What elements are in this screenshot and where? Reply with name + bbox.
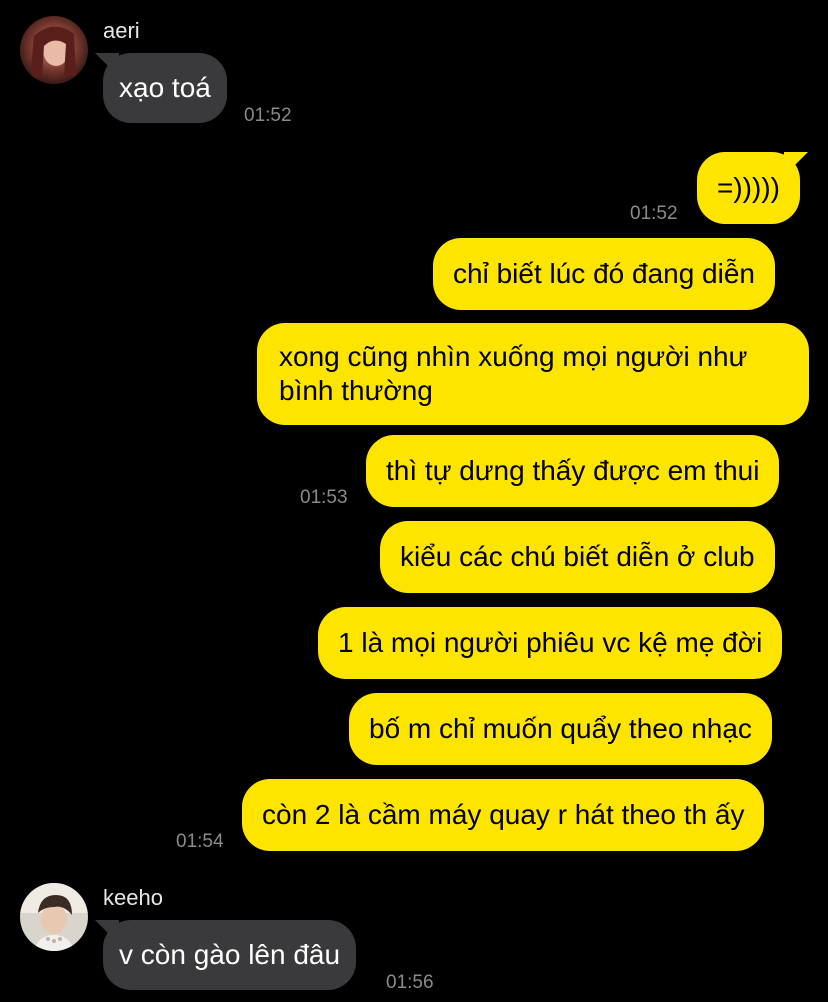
message-bubble-incoming[interactable]: xạo toá bbox=[95, 53, 227, 123]
message-bubble-outgoing[interactable]: thì tự dưng thấy được em thui bbox=[366, 435, 780, 507]
message-text: chỉ biết lúc đó đang diễn bbox=[453, 258, 755, 289]
message-bubble-incoming[interactable]: v còn gào lên đâu bbox=[95, 920, 357, 990]
sender-name: keeho bbox=[103, 885, 163, 910]
bubble-tail bbox=[783, 152, 808, 176]
bubble-tail bbox=[95, 920, 119, 944]
message-text: bố m chỉ muốn quẩy theo nhạc bbox=[369, 713, 752, 744]
message-timestamp: 01:52 bbox=[630, 203, 678, 224]
message-timestamp: 01:54 bbox=[176, 831, 224, 852]
message-bubble-outgoing[interactable]: còn 2 là cầm máy quay r hát theo th ấy bbox=[242, 779, 765, 851]
avatar-aeri[interactable] bbox=[20, 16, 88, 84]
message-text: xong cũng nhìn xuống mọi người như bình … bbox=[279, 341, 748, 406]
message-text: còn 2 là cầm máy quay r hát theo th ấy bbox=[262, 799, 745, 830]
message-bubble-outgoing[interactable]: =))))) bbox=[697, 152, 808, 224]
message-text: thì tự dưng thấy được em thui bbox=[386, 455, 760, 486]
message-bubble-outgoing[interactable]: xong cũng nhìn xuống mọi người như bình … bbox=[257, 323, 809, 425]
message-text: =))))) bbox=[717, 172, 780, 203]
profile-photo-icon bbox=[20, 883, 88, 951]
message-text: kiểu các chú biết diễn ở club bbox=[400, 541, 755, 572]
sender-name: aeri bbox=[103, 18, 140, 43]
message-text: xạo toá bbox=[119, 72, 211, 103]
avatar-keeho[interactable] bbox=[20, 883, 88, 951]
message-timestamp: 01:56 bbox=[386, 972, 434, 993]
chat-thread[interactable]: aeri xạo toá 01:52 01:52 =))))) chỉ biết… bbox=[0, 0, 828, 1002]
message-text: 1 là mọi người phiêu vc kệ mẹ đời bbox=[338, 627, 763, 658]
bubble-tail bbox=[95, 53, 119, 77]
message-bubble-outgoing[interactable]: 1 là mọi người phiêu vc kệ mẹ đời bbox=[318, 607, 783, 679]
message-bubble-outgoing[interactable]: kiểu các chú biết diễn ở club bbox=[380, 521, 775, 593]
message-timestamp: 01:53 bbox=[300, 487, 348, 508]
message-timestamp: 01:52 bbox=[244, 105, 292, 126]
message-bubble-outgoing[interactable]: bố m chỉ muốn quẩy theo nhạc bbox=[349, 693, 772, 765]
profile-photo-icon bbox=[20, 16, 88, 84]
message-bubble-outgoing[interactable]: chỉ biết lúc đó đang diễn bbox=[433, 238, 775, 310]
message-text: v còn gào lên đâu bbox=[119, 939, 341, 970]
